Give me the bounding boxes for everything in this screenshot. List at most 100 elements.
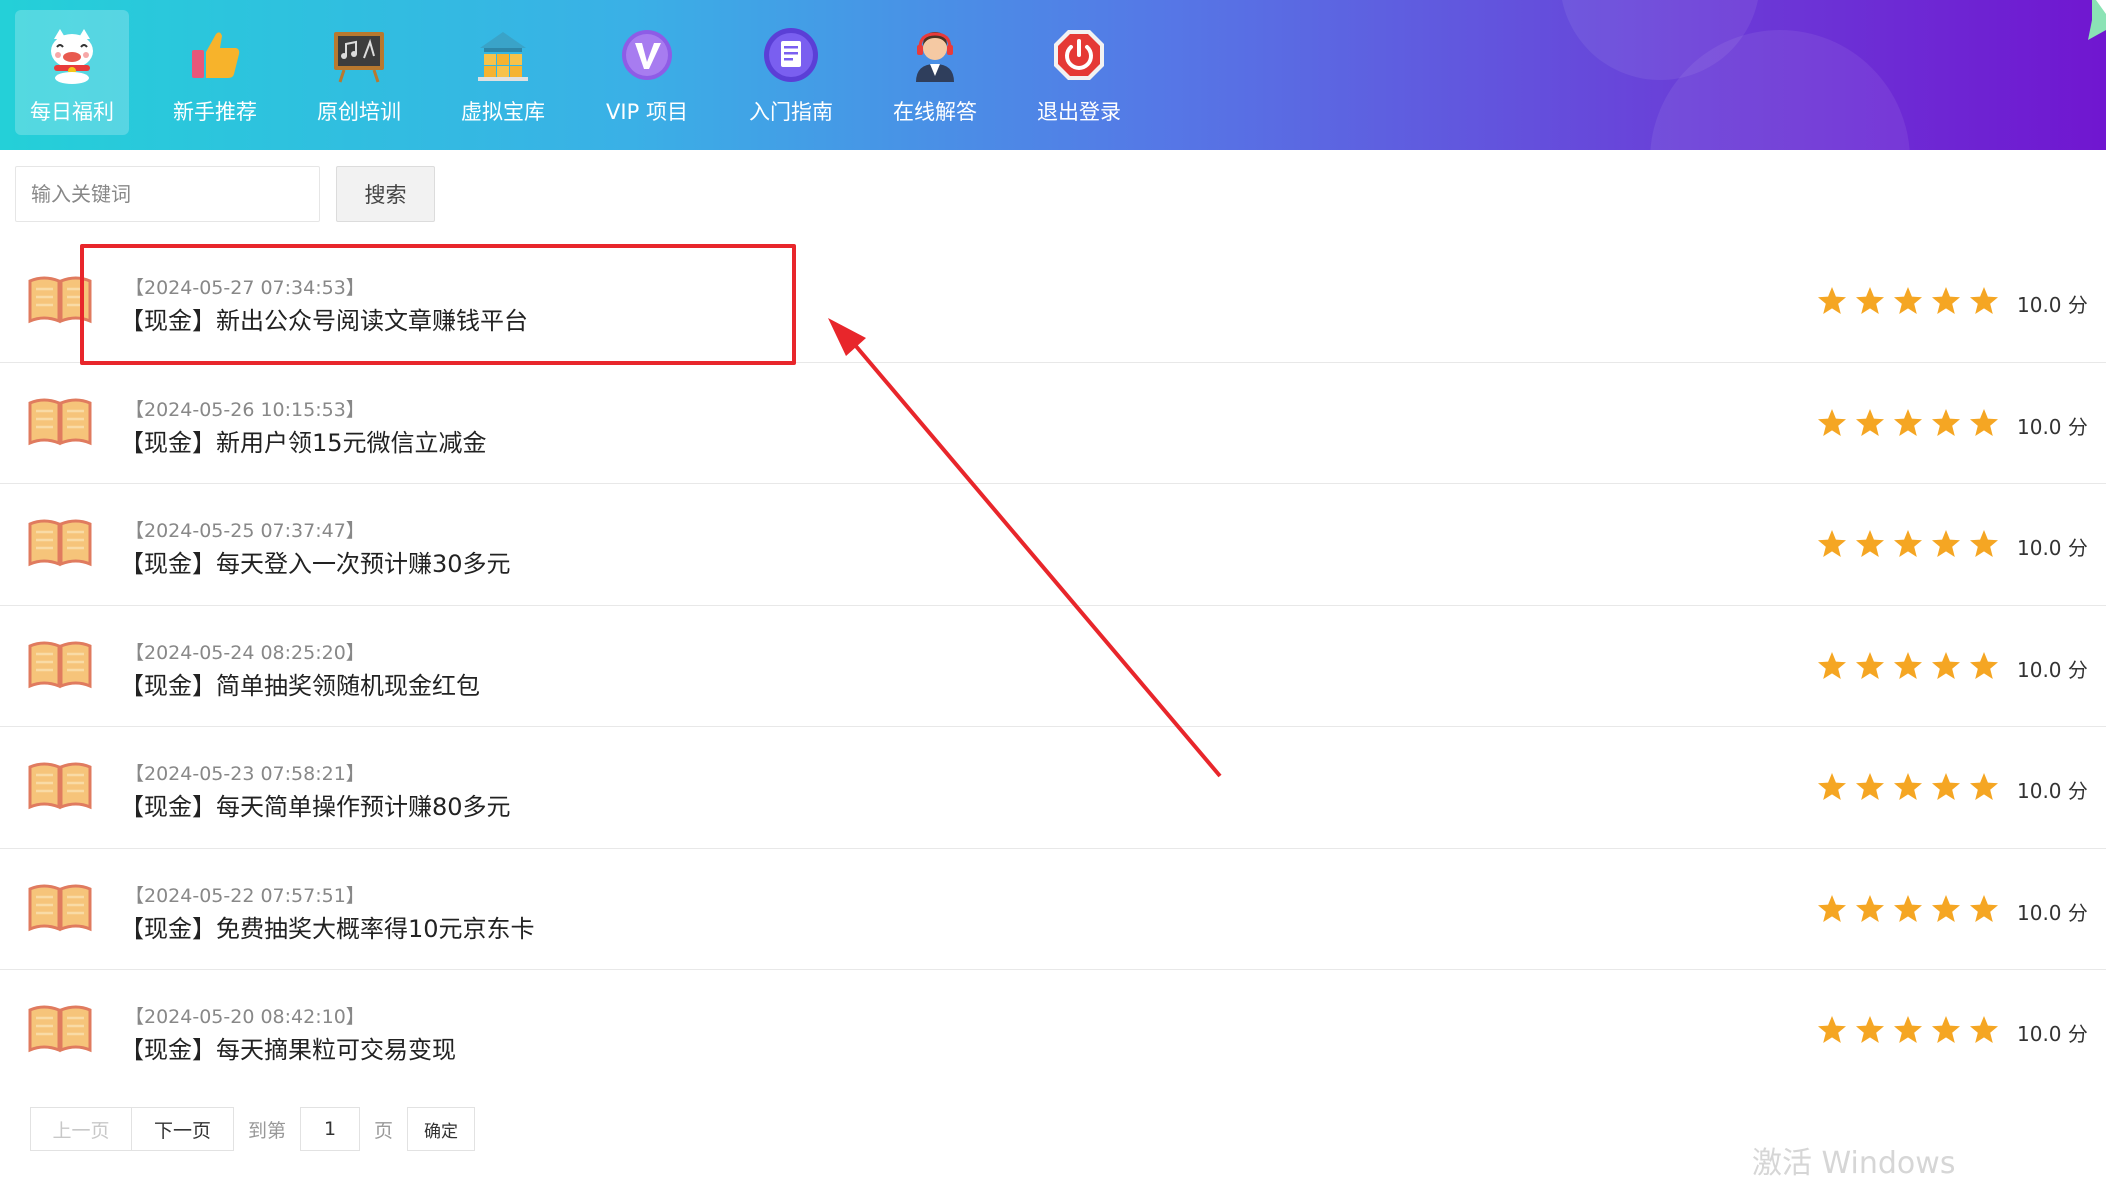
open-book-icon <box>28 1005 92 1053</box>
list-item[interactable]: 【2024-05-25 07:37:47】 【现金】每天登入一次预计赚30多元 10… <box>0 484 2106 606</box>
pagination: 上一页 下一页 到第 页 确定 <box>30 1107 476 1151</box>
prev-page-button[interactable]: 上一页 <box>30 1107 132 1151</box>
top-navigation-bar: 每日福利 新手推荐 原创培训 虚拟宝库 VIP 项目 入门指南 在线解答 退出登… <box>0 0 2106 150</box>
item-title[interactable]: 【现金】每天登入一次预计赚30多元 <box>120 544 511 579</box>
star-icon <box>1856 1016 1884 1043</box>
star-icon <box>1932 773 1960 800</box>
nav-item-label: 原创培训 <box>317 100 401 124</box>
star-icon <box>1932 408 1960 436</box>
list-item[interactable]: 【2024-05-22 07:57:51】 【现金】免费抽奖大概率得10元京东卡 1… <box>0 849 2106 970</box>
search-button[interactable]: 搜索 <box>336 166 435 222</box>
star-icon <box>1932 651 1960 679</box>
item-title[interactable]: 【现金】免费抽奖大概率得10元京东卡 <box>120 909 535 944</box>
nav-item-daily-welfare[interactable]: 每日福利 <box>15 10 129 135</box>
star-icon <box>1818 408 1846 436</box>
star-icon <box>1894 1016 1922 1043</box>
star-icon <box>1856 408 1884 436</box>
corner-badge-icon <box>2088 0 2106 40</box>
support-agent-icon <box>904 24 966 86</box>
nav-item-label: 退出登录 <box>1037 100 1121 124</box>
next-page-button[interactable]: 下一页 <box>132 1107 234 1151</box>
item-score: 10.0 分 <box>2017 414 2088 439</box>
star-icon <box>1970 773 1998 800</box>
star-icon <box>1932 287 1960 314</box>
rating-stars <box>1817 894 1999 924</box>
nav-item-virtual-treasury[interactable]: 虚拟宝库 <box>446 10 560 135</box>
windows-activation-watermark: 激活 Windows <box>1752 1146 1956 1181</box>
item-date: 【2024-05-20 08:42:10】 <box>125 1006 365 1028</box>
confirm-page-button[interactable]: 确定 <box>407 1107 476 1151</box>
rating-stars <box>1817 408 1999 438</box>
list-item[interactable]: 【2024-05-26 10:15:53】 【现金】新用户领15元微信立减金 10.… <box>0 363 2106 484</box>
item-date: 【2024-05-26 10:15:53】 <box>125 398 365 421</box>
star-icon <box>1894 773 1922 800</box>
thumbs-up-icon <box>184 24 246 86</box>
star-icon <box>1970 530 1998 557</box>
item-date: 【2024-05-22 07:57:51】 <box>125 884 365 907</box>
item-title[interactable]: 【现金】每天摘果粒可交易变现 <box>120 1030 456 1065</box>
item-title[interactable]: 【现金】每天简单操作预计赚80多元 <box>120 787 511 822</box>
star-icon <box>1970 894 1998 922</box>
open-book-icon <box>28 519 92 567</box>
list-item[interactable]: 【2024-05-20 08:42:10】 【现金】每天摘果粒可交易变现 10.0 … <box>0 970 2106 1092</box>
open-book-icon <box>28 398 92 445</box>
page-number-input[interactable] <box>300 1107 361 1151</box>
star-icon <box>1970 651 1998 679</box>
open-book-icon <box>28 641 92 688</box>
nav-item-vip-project[interactable]: VIP 项目 <box>590 10 704 135</box>
nav-item-label: 虚拟宝库 <box>461 100 545 124</box>
item-title[interactable]: 【现金】新用户领15元微信立减金 <box>120 423 487 458</box>
open-book-icon <box>28 762 92 810</box>
star-icon <box>1970 1016 1998 1043</box>
star-icon <box>1856 287 1884 314</box>
list-item[interactable]: 【2024-05-27 07:34:53】 【现金】新出公众号阅读文章赚钱平台 10… <box>0 241 2106 363</box>
item-score: 10.0 分 <box>2017 657 2088 682</box>
open-book-icon <box>28 884 92 931</box>
rating-stars <box>1817 1015 1999 1045</box>
blackboard-icon <box>328 24 390 86</box>
rating-stars <box>1817 529 1999 559</box>
star-icon <box>1894 408 1922 436</box>
nav-item-original-training[interactable]: 原创培训 <box>302 10 416 135</box>
rating-stars <box>1817 286 1999 316</box>
nav-item-online-answers[interactable]: 在线解答 <box>878 10 992 135</box>
item-score: 10.0 分 <box>2017 1022 2088 1046</box>
lucky-cat-icon <box>41 24 103 86</box>
nav-item-label: 在线解答 <box>893 100 977 124</box>
star-icon <box>1894 651 1922 679</box>
nav-item-logout[interactable]: 退出登录 <box>1022 10 1136 135</box>
star-icon <box>1818 773 1846 800</box>
nav-item-label: 每日福利 <box>30 100 114 124</box>
vip-badge-icon <box>616 24 678 86</box>
star-icon <box>1818 651 1846 679</box>
star-icon <box>1818 530 1846 557</box>
item-score: 10.0 分 <box>2017 536 2088 560</box>
nav-item-beginner-recommend[interactable]: 新手推荐 <box>158 10 272 135</box>
item-date: 【2024-05-27 07:34:53】 <box>125 277 365 299</box>
nav-item-label: VIP 项目 <box>606 100 688 124</box>
treasure-boxes-icon <box>472 24 534 86</box>
goto-page-label: 到第 <box>248 1119 287 1142</box>
item-date: 【2024-05-24 08:25:20】 <box>125 641 365 664</box>
star-icon <box>1932 1016 1960 1043</box>
nav-item-getting-started[interactable]: 入门指南 <box>734 10 848 135</box>
star-icon <box>1932 894 1960 922</box>
list-item[interactable]: 【2024-05-23 07:58:21】 【现金】每天简单操作预计赚80多元 10… <box>0 727 2106 849</box>
item-score: 10.0 分 <box>2017 779 2088 803</box>
search-input[interactable] <box>15 166 320 222</box>
star-icon <box>1894 530 1922 557</box>
item-date: 【2024-05-25 07:37:47】 <box>125 520 365 542</box>
item-score: 10.0 分 <box>2017 293 2088 317</box>
power-off-icon <box>1048 24 1110 86</box>
rating-stars <box>1817 772 1999 802</box>
star-icon <box>1818 1016 1846 1043</box>
item-score: 10.0 分 <box>2017 900 2088 925</box>
nav-item-label: 新手推荐 <box>173 100 257 124</box>
star-icon <box>1856 773 1884 800</box>
item-title[interactable]: 【现金】简单抽奖领随机现金红包 <box>120 666 480 701</box>
item-date: 【2024-05-23 07:58:21】 <box>125 763 365 785</box>
list-item[interactable]: 【2024-05-24 08:25:20】 【现金】简单抽奖领随机现金红包 10.0… <box>0 606 2106 727</box>
item-title[interactable]: 【现金】新出公众号阅读文章赚钱平台 <box>120 301 528 336</box>
article-list: 【2024-05-27 07:34:53】 【现金】新出公众号阅读文章赚钱平台 10… <box>0 241 2106 1092</box>
guide-document-icon <box>760 24 822 86</box>
